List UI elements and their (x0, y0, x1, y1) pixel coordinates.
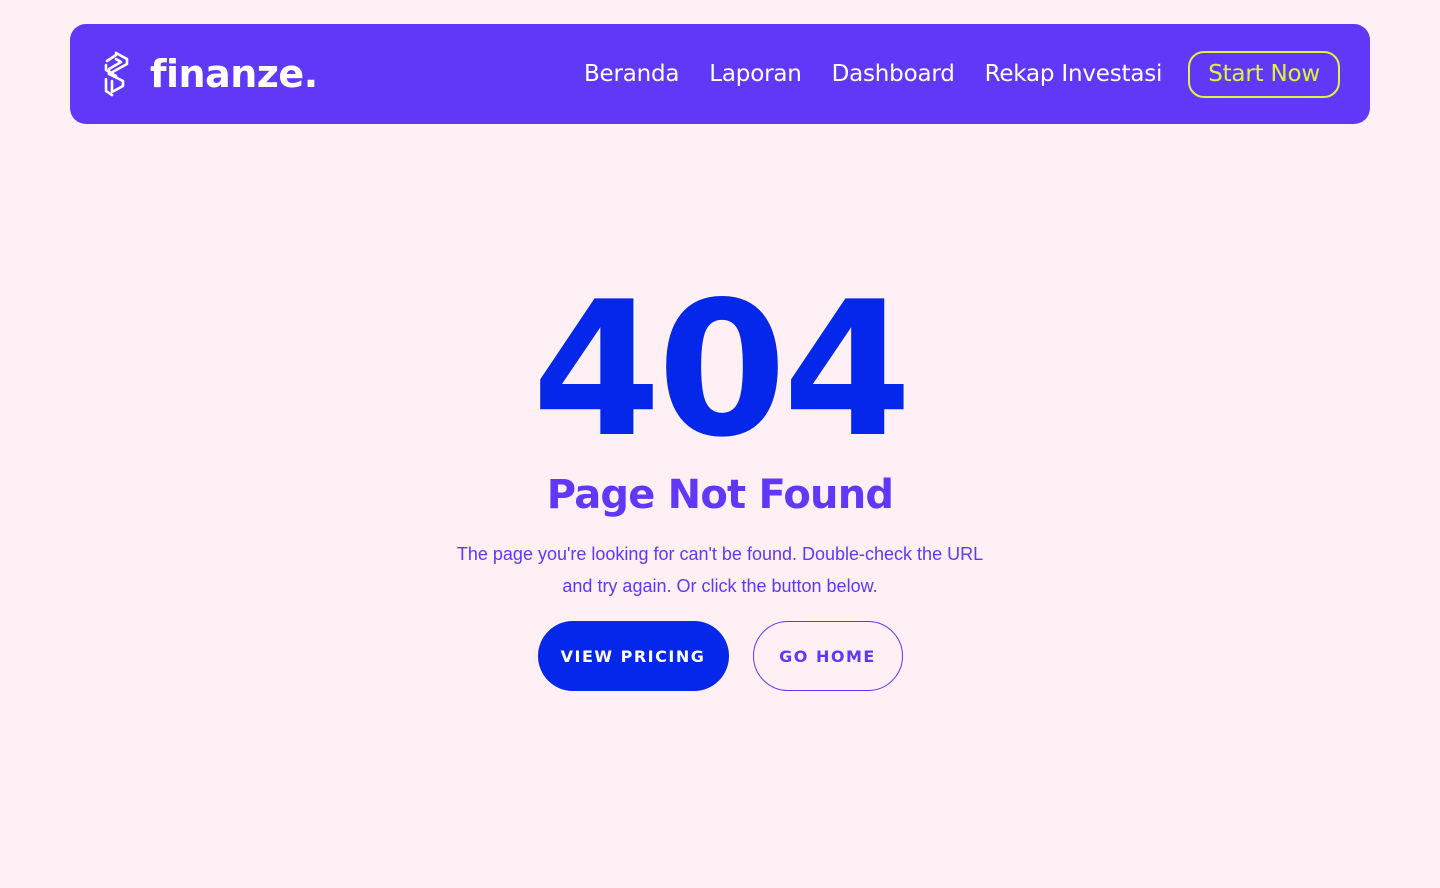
finanze-logo-icon (104, 51, 129, 97)
nav-link-laporan[interactable]: Laporan (709, 61, 802, 87)
brand-name: finanze. (150, 52, 318, 96)
nav-link-dashboard[interactable]: Dashboard (832, 61, 955, 87)
go-home-button[interactable]: GO HOME (752, 621, 903, 691)
nav-link-beranda[interactable]: Beranda (584, 61, 680, 87)
main-nav: Beranda Laporan Dashboard Rekap Investas… (584, 61, 1162, 87)
error-description: The page you're looking for can't be fou… (456, 544, 984, 596)
start-now-button[interactable]: Start Now (1188, 50, 1340, 98)
view-pricing-button[interactable]: VIEW PRICING (537, 621, 729, 691)
nav-link-rekap-investasi[interactable]: Rekap Investasi (985, 61, 1163, 87)
error-code: 404 (531, 261, 912, 478)
navbar: finanze. Beranda Laporan Dashboard Rekap… (70, 24, 1370, 124)
brand[interactable]: finanze. (102, 51, 318, 97)
action-buttons: VIEW PRICING GO HOME (0, 621, 1440, 691)
page-title: Page Not Found (546, 472, 894, 518)
